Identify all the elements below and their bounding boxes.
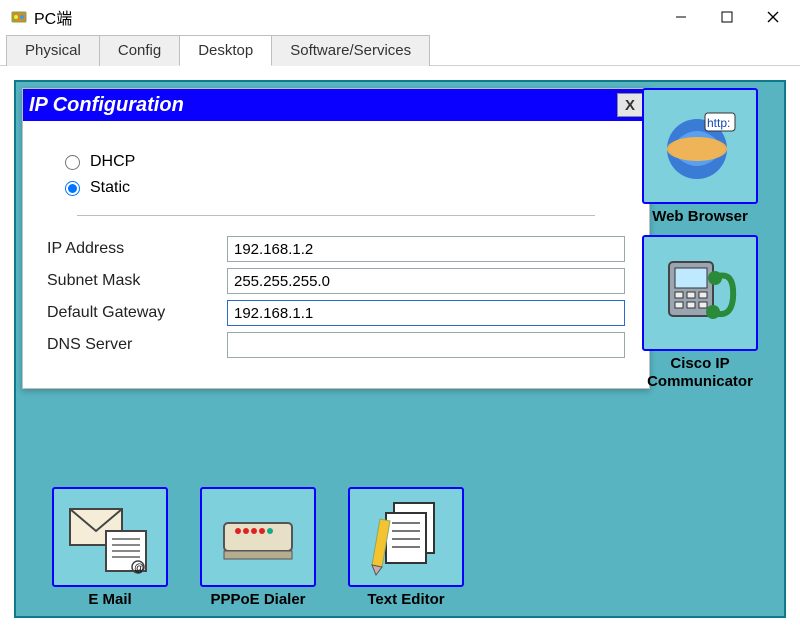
maximize-button[interactable] xyxy=(704,2,750,32)
radio-dhcp-label: DHCP xyxy=(90,153,135,171)
subnet-mask-label: Subnet Mask xyxy=(47,272,227,290)
dns-server-label: DNS Server xyxy=(47,336,227,354)
ip-config-body: DHCP Static IP Address Subnet Mask Defau… xyxy=(23,121,649,388)
tab-software-services[interactable]: Software/Services xyxy=(271,35,430,66)
close-window-button[interactable] xyxy=(750,2,796,32)
app-label-ip-communicator: Cisco IP Communicator xyxy=(626,355,774,390)
app-label-text-editor: Text Editor xyxy=(367,591,444,608)
dns-server-input[interactable] xyxy=(227,332,625,358)
radio-static-label: Static xyxy=(90,179,130,197)
ip-address-input[interactable] xyxy=(227,236,625,262)
email-icon: @ xyxy=(52,487,168,587)
ip-config-title: IP Configuration xyxy=(29,94,617,117)
desktop-area: IP Configuration X DHCP Static IP Addres… xyxy=(14,80,786,618)
radio-dhcp[interactable] xyxy=(65,155,80,170)
default-gateway-label: Default Gateway xyxy=(47,304,227,322)
app-label-email: E Mail xyxy=(88,591,131,608)
bottom-app-row: @ E Mail PPPoE Dialer xyxy=(52,487,464,608)
tab-bar: Physical Config Desktop Software/Service… xyxy=(0,34,800,66)
ip-address-label: IP Address xyxy=(47,240,227,258)
app-tile-text-editor[interactable]: Text Editor xyxy=(348,487,464,608)
app-tile-ip-communicator[interactable]: Cisco IP Communicator xyxy=(626,235,774,390)
divider xyxy=(77,215,595,216)
window-title: PC端 xyxy=(34,5,658,29)
tab-config[interactable]: Config xyxy=(99,35,180,66)
window-titlebar: PC端 xyxy=(0,0,800,34)
minimize-button[interactable] xyxy=(658,2,704,32)
app-tile-pppoe[interactable]: PPPoE Dialer xyxy=(200,487,316,608)
radio-static[interactable] xyxy=(65,181,80,196)
ip-config-titlebar: IP Configuration X xyxy=(23,89,649,121)
right-app-column: http: Web Browser xyxy=(626,88,774,390)
app-label-pppoe: PPPoE Dialer xyxy=(210,591,305,608)
app-label-web-browser: Web Browser xyxy=(652,208,748,225)
modem-icon xyxy=(200,487,316,587)
ip-phone-icon xyxy=(642,235,758,351)
window-controls xyxy=(658,2,796,32)
app-tile-web-browser[interactable]: http: Web Browser xyxy=(626,88,774,225)
subnet-mask-input[interactable] xyxy=(227,268,625,294)
svg-text:@: @ xyxy=(134,563,144,574)
tab-desktop[interactable]: Desktop xyxy=(179,35,272,66)
default-gateway-input[interactable] xyxy=(227,300,625,326)
ip-config-window: IP Configuration X DHCP Static IP Addres… xyxy=(22,88,650,389)
text-editor-icon xyxy=(348,487,464,587)
ip-mode-radio-group: DHCP Static xyxy=(65,153,625,197)
web-browser-icon: http: xyxy=(642,88,758,204)
svg-text:http:: http: xyxy=(707,116,730,130)
tab-physical[interactable]: Physical xyxy=(6,35,100,66)
app-tile-email[interactable]: @ E Mail xyxy=(52,487,168,608)
app-icon xyxy=(10,8,28,26)
